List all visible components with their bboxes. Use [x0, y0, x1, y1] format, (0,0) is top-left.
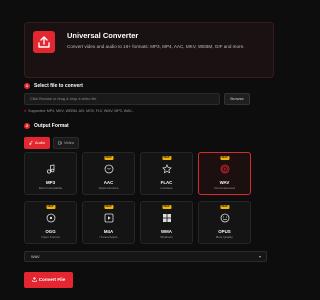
format-card-m4a[interactable]: NEW M4A iTunes/Apple — [82, 201, 135, 244]
new-badge: NEW — [103, 205, 114, 209]
tab-video-label: Video — [63, 140, 75, 145]
tab-video[interactable]: Video — [53, 137, 79, 149]
app-description: Convert video and audio to 16+ formats: … — [67, 44, 245, 49]
new-badge: NEW — [103, 156, 114, 160]
format-name: WAV — [219, 180, 230, 185]
format-name: WMA — [161, 229, 172, 234]
quality-selected-value: WAV — [31, 254, 40, 259]
chevron-down-icon: ▾ — [258, 254, 261, 259]
convert-icon — [32, 277, 37, 282]
format-subtitle: iTunes/Apple — [99, 235, 118, 239]
step-1-number: 1 — [24, 83, 30, 89]
format-card-mp3[interactable]: MP3 Most Compatible — [24, 152, 77, 195]
step-1-title: Select file to convert — [34, 83, 83, 89]
format-name: OGG — [45, 229, 56, 234]
browse-button[interactable]: Browse — [224, 93, 250, 105]
new-badge: NEW — [161, 156, 172, 160]
circle-dot-icon — [46, 213, 55, 223]
format-name: MP3 — [45, 180, 56, 185]
supported-text: Supported: MP4, MKV, WEBM, AVI, MOV, FLV… — [28, 109, 135, 113]
format-card-wma[interactable]: NEW WMA Windows — [140, 201, 193, 244]
format-subtitle: Windows — [160, 235, 173, 239]
upload-icon — [33, 31, 55, 53]
app-title: Universal Converter — [67, 31, 139, 40]
format-subtitle: Most Compatible — [38, 186, 63, 190]
format-subtitle: Uncompressed — [214, 186, 235, 190]
format-name: M4A — [103, 229, 114, 234]
play-square-icon — [104, 213, 113, 223]
convert-label: Convert File — [38, 277, 66, 282]
format-name: OPUS — [218, 229, 231, 234]
music-icon — [29, 141, 33, 145]
step-2-number: 2 — [24, 123, 30, 129]
file-drop-zone[interactable]: Click Browse or drag & drop a video file — [24, 93, 220, 105]
new-badge: NEW — [45, 205, 56, 209]
format-name: FLAC — [160, 180, 173, 185]
supported-formats: ● Supported: MP4, MKV, WEBM, AVI, MOV, FL… — [24, 109, 134, 113]
format-card-flac[interactable]: NEW FLAC Lossless — [140, 152, 193, 195]
new-badge: NEW — [219, 156, 230, 160]
tab-audio-label: Audio — [34, 140, 46, 145]
music-note-icon — [46, 164, 54, 174]
format-name: AAC — [103, 180, 114, 185]
apple-circle-icon — [104, 164, 113, 174]
video-icon — [57, 141, 62, 145]
format-card-ogg[interactable]: NEW OGG Open Format — [24, 201, 77, 244]
windows-icon — [162, 214, 171, 222]
star-icon — [161, 164, 172, 174]
step-2-title: Output Format — [34, 123, 69, 129]
format-card-opus[interactable]: NEW OPUS Best Quality — [198, 201, 251, 244]
info-dot-icon: ● — [24, 109, 27, 113]
format-subtitle: Apple Devices — [98, 186, 119, 190]
new-badge: NEW — [219, 205, 230, 209]
format-card-wav[interactable]: NEW WAV Uncompressed — [198, 152, 251, 195]
new-badge: NEW — [161, 205, 172, 209]
hero-banner: Universal Converter Convert video and au… — [24, 22, 274, 78]
waveform-icon — [220, 164, 229, 174]
tab-audio[interactable]: Audio — [24, 137, 50, 149]
format-card-aac[interactable]: NEW AAC Apple Devices — [82, 152, 135, 195]
quality-select[interactable]: WAV ▾ — [24, 251, 267, 262]
format-subtitle: Best Quality — [216, 235, 233, 239]
format-subtitle: Lossless — [160, 186, 173, 190]
convert-file-button[interactable]: Convert File — [24, 272, 73, 288]
smiley-icon — [220, 213, 229, 223]
format-subtitle: Open Format — [41, 235, 60, 239]
